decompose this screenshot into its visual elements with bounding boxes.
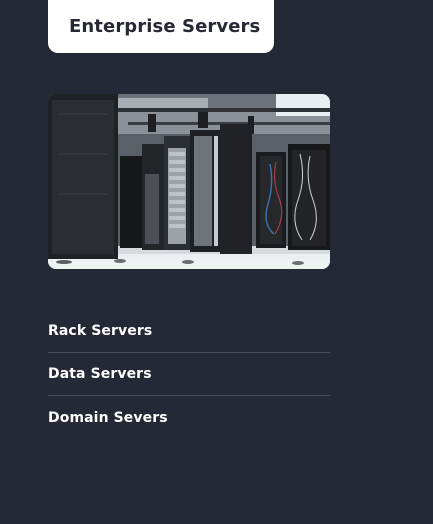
category-tab[interactable]: Enterprise Servers: [48, 0, 274, 53]
menu-item-rack-servers[interactable]: Rack Servers: [48, 310, 330, 353]
server-room-image: [48, 94, 330, 269]
menu-item-data-servers[interactable]: Data Servers: [48, 353, 330, 396]
menu-item-label: Domain Severs: [48, 409, 168, 426]
category-title: Enterprise Servers: [69, 16, 261, 37]
server-room-photo-icon: [48, 94, 330, 269]
menu-item-label: Rack Servers: [48, 323, 153, 339]
server-category-menu: Rack Servers Data Servers Domain Severs: [48, 310, 330, 439]
menu-item-label: Data Servers: [48, 366, 152, 382]
menu-item-domain-servers[interactable]: Domain Severs: [48, 396, 330, 439]
